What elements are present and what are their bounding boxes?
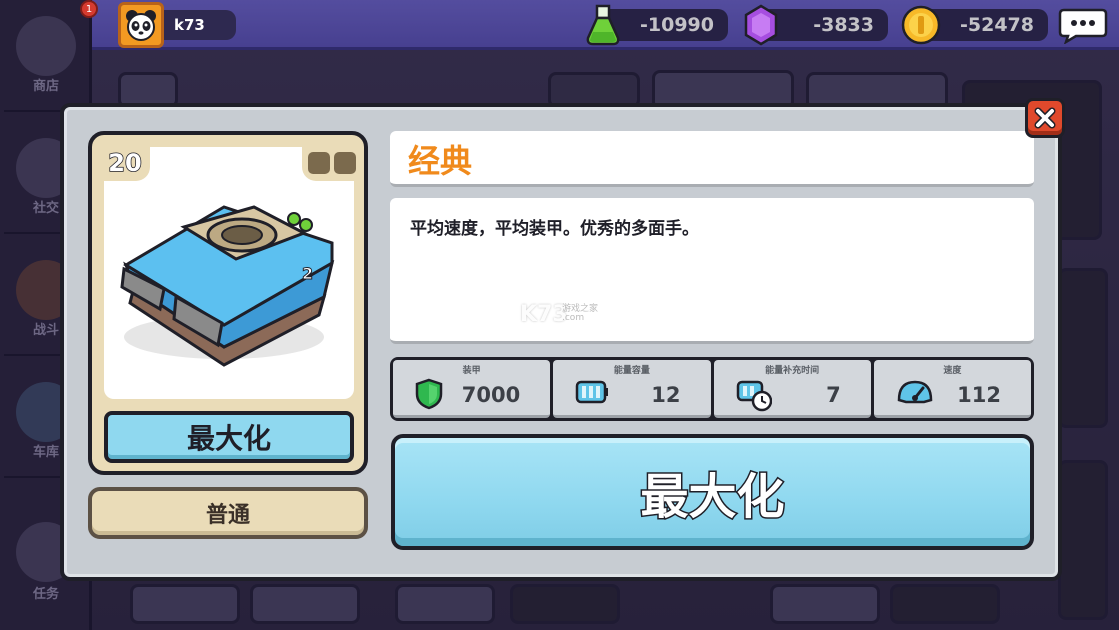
battery-icon <box>576 380 609 404</box>
stat-energy-recharge: 能量补充时间 7 <box>713 360 871 418</box>
watermark-logo: K73 <box>520 302 568 327</box>
stat-label: 装甲 <box>462 366 481 376</box>
stat-label: 能量容量 <box>613 366 650 376</box>
stats-bar: 装甲 7000 能量容量 12 能量补充时间 7 速度 112 <box>390 357 1034 421</box>
tank-image: 2 <box>120 205 335 367</box>
svg-text:2: 2 <box>302 264 313 283</box>
stat-value: 112 <box>957 383 1001 407</box>
stat-speed: 速度 112 <box>873 360 1031 418</box>
maximize-button[interactable]: 最大化 <box>391 434 1034 550</box>
stat-value: 12 <box>651 383 681 407</box>
rarity-label[interactable]: 普通 <box>88 487 368 539</box>
upgrade-slots <box>302 145 362 181</box>
maximize-card-button[interactable]: 最大化 <box>104 411 354 463</box>
speedometer-icon <box>897 380 933 404</box>
close-icon <box>1034 107 1056 129</box>
shield-icon <box>415 378 443 410</box>
chat-icon[interactable] <box>1058 6 1108 44</box>
potion-icon <box>586 4 620 46</box>
tank-name: 经典 <box>408 142 473 180</box>
stat-energy-capacity: 能量容量 12 <box>553 360 711 418</box>
coin-icon <box>901 5 941 45</box>
stat-value: 7000 <box>461 383 521 407</box>
stat-label: 速度 <box>943 366 962 376</box>
tank-card: 2 20 最大化 <box>88 131 368 475</box>
tank-image-area: 2 <box>104 147 354 399</box>
stat-label: 能量补充时间 <box>765 366 820 376</box>
stat-value: 7 <box>826 383 841 407</box>
upgrade-slot <box>308 152 330 174</box>
close-button[interactable] <box>1025 98 1065 138</box>
tank-description: 平均速度，平均装甲。优秀的多面手。 <box>410 219 699 239</box>
notification-badge: 1 <box>80 0 98 18</box>
panda-icon <box>126 10 156 41</box>
player-avatar[interactable] <box>118 2 164 48</box>
tank-name-panel: 经典 <box>390 131 1034 187</box>
gem-icon <box>744 4 778 46</box>
upgrade-slot <box>334 152 356 174</box>
tank-description-panel: 平均速度，平均装甲。优秀的多面手。 K73 游戏之家 .com <box>390 198 1034 344</box>
stat-armor: 装甲 7000 <box>393 360 551 418</box>
maximize-button-label: 最大化 <box>639 468 786 527</box>
tank-level-badge: 20 <box>100 145 150 181</box>
battery-timer-icon <box>736 380 772 412</box>
player-name: k73 <box>160 10 236 40</box>
watermark-text: 游戏之家 .com <box>562 304 599 323</box>
